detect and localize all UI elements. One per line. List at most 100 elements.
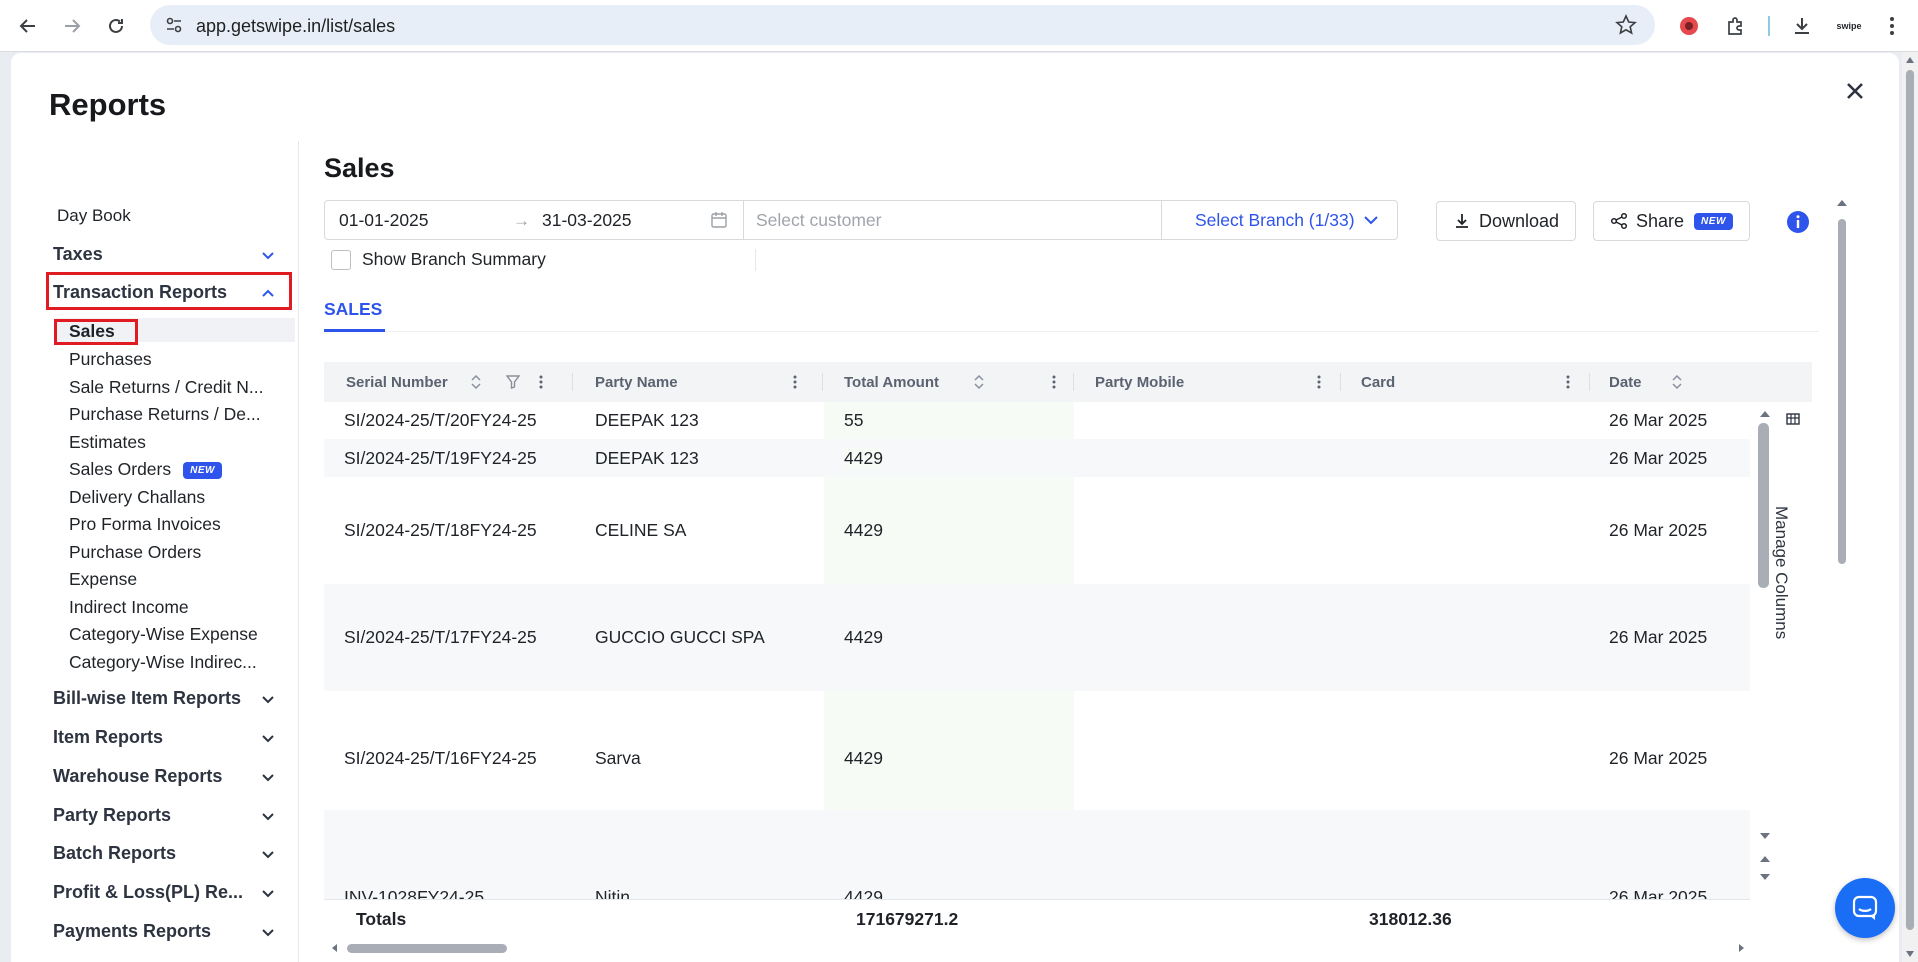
column-separator[interactable] bbox=[1340, 373, 1341, 391]
branch-select[interactable]: Select Branch (1/33) bbox=[1195, 210, 1379, 231]
modal-vertical-scrollbar[interactable] bbox=[1837, 164, 1847, 954]
cell-serial-number: INV-1028FY24-25 bbox=[344, 887, 485, 899]
sidebar-item-indirect-income[interactable]: Indirect Income bbox=[69, 597, 189, 618]
column-header-serial-number[interactable]: Serial Number bbox=[346, 374, 448, 391]
sidebar-item-delivery-challans[interactable]: Delivery Challans bbox=[69, 487, 205, 508]
sidebar-group-party-reports[interactable]: Party Reports bbox=[53, 805, 283, 826]
column-separator[interactable] bbox=[822, 373, 823, 391]
scroll-down-arrow-icon[interactable] bbox=[1759, 831, 1771, 841]
sidebar-item-estimates[interactable]: Estimates bbox=[69, 432, 146, 453]
sidebar-item-pro-forma-invoices[interactable]: Pro Forma Invoices bbox=[69, 514, 221, 535]
filter-icon[interactable] bbox=[506, 374, 520, 390]
scroll-up-arrow-icon[interactable] bbox=[1836, 198, 1848, 208]
sidebar-item-sale-returns[interactable]: Sale Returns / Credit N... bbox=[69, 377, 264, 398]
column-separator[interactable] bbox=[572, 373, 573, 391]
column-separator[interactable] bbox=[1589, 373, 1590, 391]
browser-menu-icon[interactable] bbox=[1876, 10, 1908, 42]
cell-total-amount: 4429 bbox=[844, 520, 883, 540]
share-button[interactable]: Share NEW bbox=[1593, 201, 1750, 241]
table-row[interactable]: SI/2024-25/T/17FY24-25 GUCCIO GUCCI SPA … bbox=[324, 584, 1750, 691]
sidebar-group-payments-reports[interactable]: Payments Reports bbox=[53, 921, 283, 942]
table-horizontal-scrollbar[interactable] bbox=[324, 942, 1750, 954]
end-date-input[interactable]: 31-03-2025 bbox=[542, 210, 632, 231]
chat-icon bbox=[1852, 895, 1878, 920]
column-header-party-name[interactable]: Party Name bbox=[595, 374, 678, 391]
calendar-icon[interactable] bbox=[710, 211, 728, 229]
info-icon[interactable] bbox=[1786, 210, 1810, 234]
column-header-total-amount[interactable]: Total Amount bbox=[844, 374, 939, 391]
sidebar-item-sales-orders[interactable]: Sales Orders NEW bbox=[69, 459, 222, 480]
sidebar-group-label: Batch Reports bbox=[53, 843, 177, 863]
extensions-puzzle-icon[interactable] bbox=[1720, 10, 1752, 42]
table-row[interactable]: SI/2024-25/T/16FY24-25 Sarva 4429 26 Mar… bbox=[324, 691, 1750, 826]
swipe-extension-icon[interactable]: swipe bbox=[1832, 10, 1866, 42]
column-menu-icon[interactable] bbox=[1561, 374, 1575, 390]
sidebar-item-category-wise-expense[interactable]: Category-Wise Expense bbox=[69, 624, 258, 645]
totals-scroll-down-arrow-icon[interactable] bbox=[1759, 872, 1771, 882]
scroll-down-arrow-icon[interactable] bbox=[1905, 950, 1915, 958]
cell-serial-number: SI/2024-25/T/19FY24-25 bbox=[344, 448, 537, 468]
table-body: SI/2024-25/T/20FY24-25 DEEPAK 123 55 26 … bbox=[324, 402, 1750, 899]
tab-sales[interactable]: SALES bbox=[324, 299, 382, 320]
scroll-left-arrow-icon[interactable] bbox=[330, 943, 340, 953]
table-horizontal-scroll-thumb[interactable] bbox=[347, 944, 507, 953]
column-menu-icon[interactable] bbox=[534, 374, 548, 390]
sidebar-item-sales[interactable]: Sales bbox=[69, 321, 115, 342]
column-header-party-mobile[interactable]: Party Mobile bbox=[1095, 374, 1184, 391]
download-icon[interactable] bbox=[1786, 10, 1818, 42]
show-branch-summary[interactable]: Show Branch Summary bbox=[331, 249, 546, 270]
scroll-right-arrow-icon[interactable] bbox=[1736, 943, 1746, 953]
table-row[interactable]: SI/2024-25/T/18FY24-25 CELINE SA 4429 26… bbox=[324, 477, 1750, 584]
reload-icon[interactable] bbox=[100, 10, 132, 42]
cell-party-name: DEEPAK 123 bbox=[595, 448, 699, 468]
download-button[interactable]: Download bbox=[1436, 201, 1577, 241]
customer-select[interactable]: Select customer bbox=[756, 210, 881, 231]
site-settings-icon[interactable] bbox=[164, 15, 184, 35]
support-chat-button[interactable] bbox=[1835, 878, 1895, 938]
sidebar-group-warehouse-reports[interactable]: Warehouse Reports bbox=[53, 766, 283, 787]
sidebar-item-expense[interactable]: Expense bbox=[69, 569, 137, 590]
scroll-up-arrow-icon[interactable] bbox=[1905, 56, 1915, 64]
manage-columns-panel[interactable]: Manage Columns bbox=[1768, 402, 1818, 752]
sidebar-item-day-book[interactable]: Day Book bbox=[57, 206, 131, 226]
sidebar-item-category-wise-indirect[interactable]: Category-Wise Indirec... bbox=[69, 652, 257, 673]
sort-icon[interactable] bbox=[469, 374, 483, 390]
page-vertical-scrollbar[interactable] bbox=[1902, 52, 1918, 962]
column-menu-icon[interactable] bbox=[1047, 374, 1061, 390]
sidebar-group-taxes[interactable]: Taxes bbox=[53, 244, 283, 265]
modal-scroll-thumb[interactable] bbox=[1838, 219, 1846, 564]
modal-title: Reports bbox=[49, 87, 167, 122]
address-bar[interactable]: app.getswipe.in/list/sales bbox=[150, 5, 1655, 45]
sidebar-group-item-reports[interactable]: Item Reports bbox=[53, 727, 283, 748]
sort-icon[interactable] bbox=[1670, 374, 1684, 390]
cell-date: 26 Mar 2025 bbox=[1609, 887, 1708, 899]
sidebar-item-purchase-orders[interactable]: Purchase Orders bbox=[69, 542, 201, 563]
column-menu-icon[interactable] bbox=[788, 374, 802, 390]
table-row[interactable]: INV-1028FY24-25 Nitin 4429 26 Mar 2025 bbox=[324, 810, 1750, 899]
sidebar-group-label: Taxes bbox=[53, 244, 103, 264]
sort-icon[interactable] bbox=[972, 374, 986, 390]
back-icon[interactable] bbox=[12, 10, 44, 42]
column-separator[interactable] bbox=[1073, 373, 1074, 391]
url-text[interactable]: app.getswipe.in/list/sales bbox=[196, 16, 395, 37]
sidebar-group-batch-reports[interactable]: Batch Reports bbox=[53, 843, 283, 864]
extension-red-icon[interactable] bbox=[1673, 10, 1705, 42]
forward-icon[interactable] bbox=[56, 10, 88, 42]
show-branch-summary-checkbox[interactable] bbox=[331, 249, 351, 270]
close-icon[interactable] bbox=[1841, 77, 1869, 105]
totals-scroll-up-arrow-icon[interactable] bbox=[1759, 854, 1771, 864]
page-scroll-thumb[interactable] bbox=[1906, 70, 1914, 930]
column-header-date[interactable]: Date bbox=[1609, 374, 1642, 391]
column-header-card[interactable]: Card bbox=[1361, 374, 1395, 391]
sidebar-group-bill-wise-item-reports[interactable]: Bill-wise Item Reports bbox=[53, 688, 283, 709]
bookmark-star-icon[interactable] bbox=[1615, 14, 1637, 41]
sidebar-group-profit-loss[interactable]: Profit & Loss(PL) Re... bbox=[53, 882, 283, 903]
sidebar-group-transaction-reports[interactable]: Transaction Reports bbox=[53, 282, 283, 303]
chevron-down-icon bbox=[262, 813, 274, 821]
table-row[interactable]: SI/2024-25/T/20FY24-25 DEEPAK 123 55 26 … bbox=[324, 402, 1750, 439]
sidebar-item-purchases[interactable]: Purchases bbox=[69, 349, 152, 370]
table-row[interactable]: SI/2024-25/T/19FY24-25 DEEPAK 123 4429 2… bbox=[324, 439, 1750, 477]
sidebar-item-purchase-returns[interactable]: Purchase Returns / De... bbox=[69, 404, 261, 425]
start-date-input[interactable]: 01-01-2025 bbox=[339, 210, 429, 231]
column-menu-icon[interactable] bbox=[1312, 374, 1326, 390]
